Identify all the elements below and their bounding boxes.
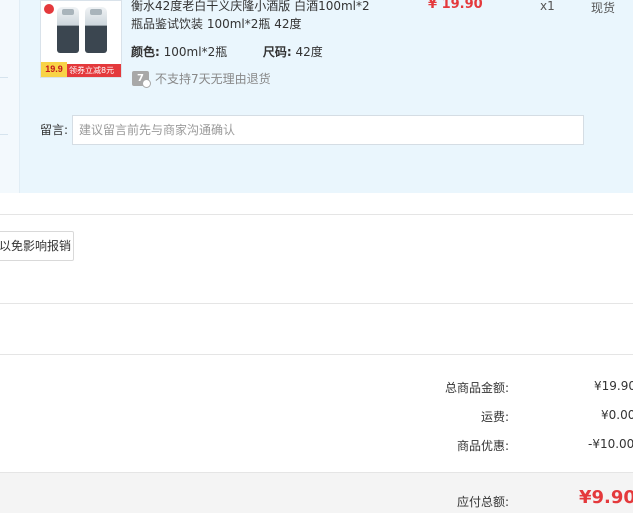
brand-logo-icon	[44, 4, 54, 14]
product-title[interactable]: 衡水42度老白干义庆隆小酒版 白酒100ml*2瓶品鉴试饮装 100ml*2瓶 …	[131, 0, 381, 33]
shipping-label: 运费:	[480, 410, 509, 424]
section-divider	[0, 214, 633, 215]
unit-price: ¥ 19.90	[428, 0, 483, 12]
thumbnail-price-tag: 19.9	[41, 62, 67, 77]
shipping-value: ¥0.00	[601, 408, 633, 422]
color-value: 100ml*2瓶	[163, 45, 228, 59]
product-attributes: 颜色: 100ml*2瓶 尺码: 42度	[131, 43, 323, 60]
section-divider	[0, 303, 633, 304]
bottle-image	[85, 7, 107, 53]
goods-total-value: ¥19.90	[594, 379, 633, 393]
size-label: 尺码:	[262, 45, 292, 59]
panel-edge	[0, 0, 20, 193]
note-input[interactable]	[72, 115, 584, 145]
size-value: 42度	[295, 45, 323, 59]
summary-row-goods-total: 总商品金额: ¥19.90	[0, 379, 633, 399]
payable-total-bar: 应付总额: ¥9.90	[0, 472, 633, 513]
stock-status: 现货	[591, 1, 616, 15]
note-label: 留言:	[40, 123, 69, 137]
edge-divider	[0, 134, 8, 135]
discount-value: -¥10.00	[588, 437, 633, 451]
section-divider	[0, 354, 633, 355]
discount-label: 商品优惠:	[456, 439, 509, 453]
payable-total-value: ¥9.90	[579, 487, 633, 508]
order-item-panel: 领券立减8元 19.9 衡水42度老白干义庆隆小酒版 白酒100ml*2瓶品鉴试…	[0, 0, 633, 193]
summary-row-discount: 商品优惠: -¥10.00	[0, 437, 633, 457]
payable-total-label: 应付总额:	[456, 495, 509, 509]
goods-total-label: 总商品金额:	[444, 381, 509, 395]
product-thumbnail[interactable]: 领券立减8元 19.9	[40, 0, 122, 78]
edge-divider	[0, 77, 8, 78]
summary-row-shipping: 运费: ¥0.00	[0, 408, 633, 428]
invoice-button[interactable]: 以免影响报销	[0, 231, 74, 261]
return-policy-text: 不支持7天无理由退货	[155, 72, 271, 86]
no-return-icon: 7	[132, 71, 151, 88]
return-policy: 7 不支持7天无理由退货	[132, 70, 271, 88]
color-label: 颜色:	[131, 45, 160, 59]
quantity: x1	[540, 0, 555, 13]
promo-text: 领券立减8元	[69, 66, 115, 75]
bottle-image	[57, 7, 79, 53]
